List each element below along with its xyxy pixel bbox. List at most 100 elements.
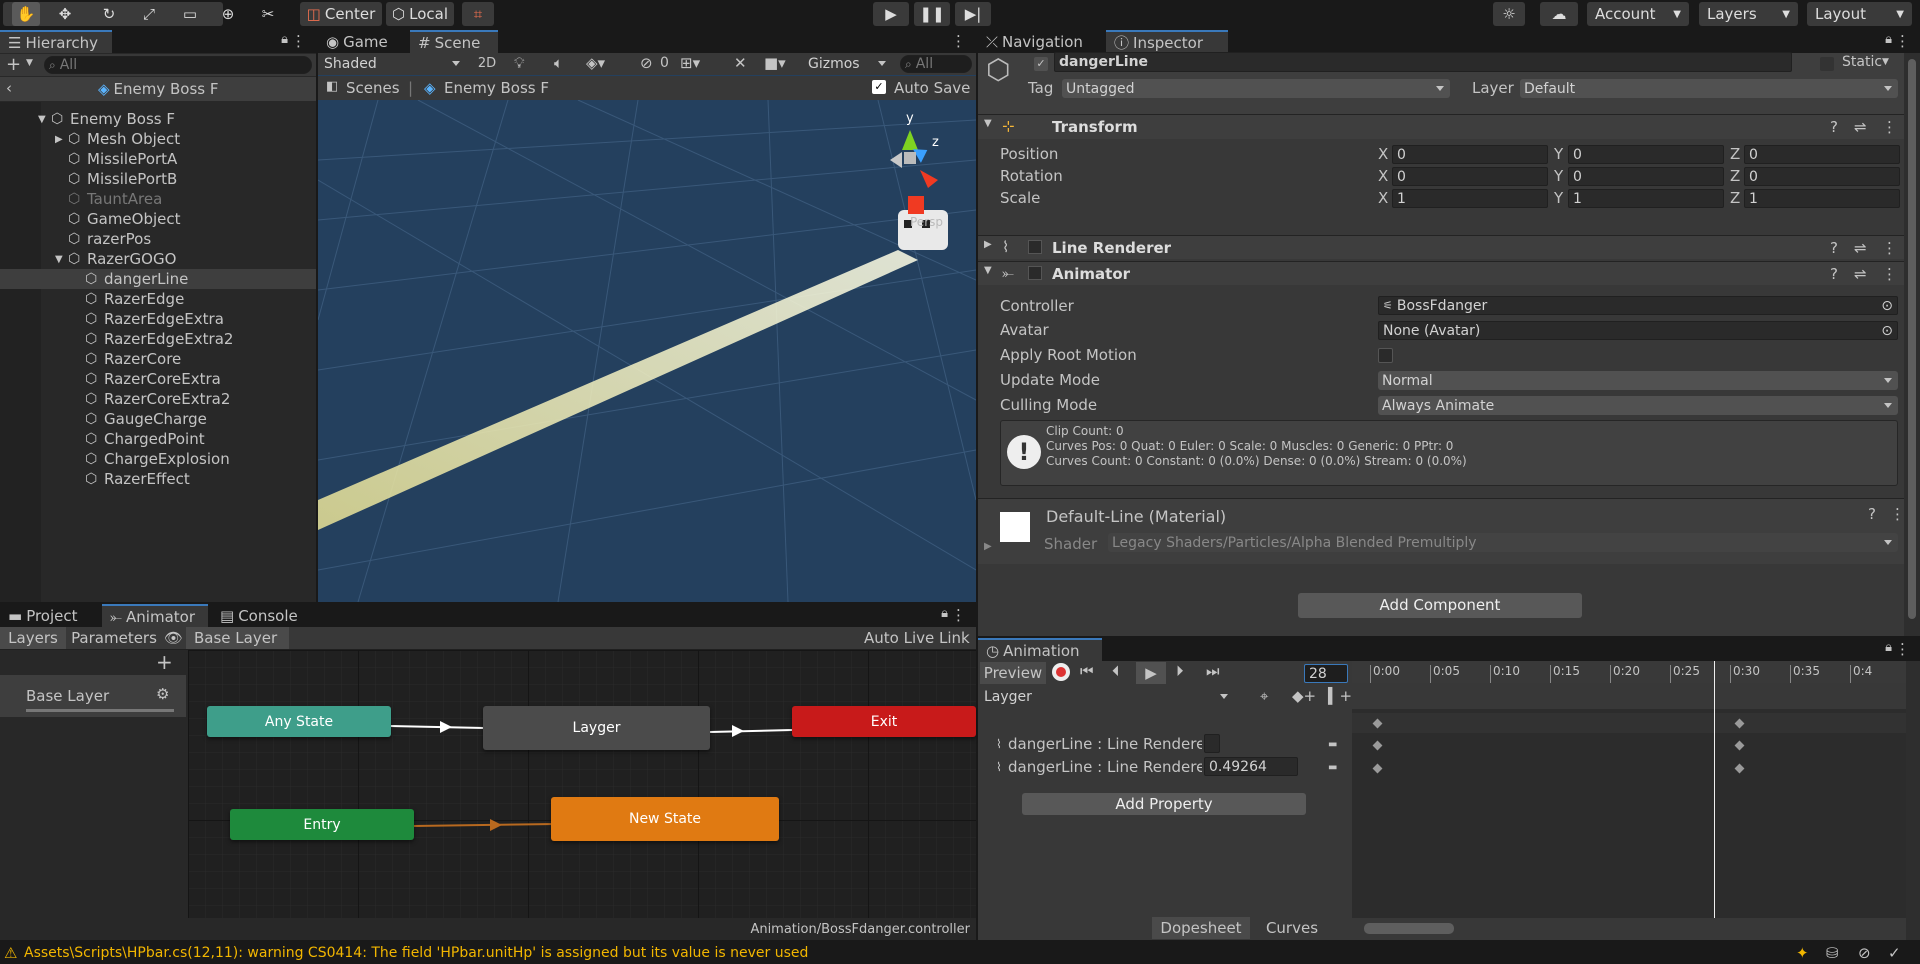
position-y-field[interactable]: 0: [1568, 145, 1724, 164]
preset-icon[interactable]: ⇌: [1854, 118, 1867, 136]
hierarchy-search-input[interactable]: ⌕ All: [44, 56, 312, 74]
add-icon[interactable]: +: [6, 54, 21, 75]
shading-dropdown[interactable]: Shaded: [320, 54, 466, 73]
hierarchy-item[interactable]: ⬡ RazerCoreExtra: [0, 369, 316, 389]
object-picker-icon[interactable]: ⊙: [1881, 298, 1893, 314]
last-keyframe-button[interactable]: ⏭: [1206, 662, 1220, 680]
object-name-field[interactable]: dangerLine: [1054, 52, 1792, 72]
add-keyframe-icon[interactable]: ◆+: [1292, 687, 1316, 705]
new-state-node[interactable]: New State: [551, 797, 779, 841]
inspector-scrollbar[interactable]: [1904, 53, 1920, 636]
lock-icon[interactable]: 🔒︎: [1885, 640, 1892, 655]
dopesheet-area[interactable]: 0:00 0:05 0:10 0:15 0:20 0:25 0:30 0:35 0:4: [1352, 661, 1906, 940]
animator-enabled-checkbox[interactable]: [1028, 266, 1042, 280]
kebab-menu-icon[interactable]: ⋮: [951, 606, 966, 624]
hierarchy-item[interactable]: ▶ ⬡ Mesh Object: [0, 129, 316, 149]
kebab-menu-icon[interactable]: ⋮: [1895, 640, 1910, 658]
any-state-node[interactable]: Any State: [207, 706, 391, 737]
animator-graph[interactable]: [188, 650, 976, 918]
keyframe[interactable]: [1734, 763, 1745, 774]
effects-icon[interactable]: ◈▾: [586, 54, 605, 72]
step-button[interactable]: ▶|: [955, 2, 991, 26]
foldout-open-icon[interactable]: ▼: [38, 114, 46, 125]
position-x-field[interactable]: 0: [1392, 145, 1548, 164]
hierarchy-item[interactable]: ⬡ MissilePortA: [0, 149, 316, 169]
hierarchy-item[interactable]: ⬡ dangerLine: [0, 269, 316, 289]
preset-icon[interactable]: ⇌: [1854, 265, 1867, 283]
static-checkbox[interactable]: [1820, 57, 1834, 71]
hidden-objects-icon[interactable]: ⊘: [640, 54, 653, 72]
hierarchy-item[interactable]: ⬡ RazerEffect: [0, 469, 316, 489]
scale-y-field[interactable]: 1: [1568, 189, 1724, 208]
frame-input[interactable]: 28: [1304, 664, 1348, 683]
dopesheet-toggle[interactable]: Dopesheet: [1152, 917, 1250, 939]
material-swatch[interactable]: [1000, 512, 1030, 542]
animation-property-row[interactable]: ⌇ dangerLine : Line Renderer.Er ▬: [978, 733, 1352, 755]
tab-scene[interactable]: # Scene: [410, 30, 498, 53]
remove-property-icon[interactable]: ▬: [1328, 739, 1337, 750]
hand-tool-icon[interactable]: ✋: [12, 2, 40, 26]
hierarchy-item[interactable]: ⬡ RazerEdgeExtra2: [0, 329, 316, 349]
hierarchy-item[interactable]: ⬡ RazerEdgeExtra: [0, 309, 316, 329]
hierarchy-item[interactable]: ⬡ ChargedPoint: [0, 429, 316, 449]
line-renderer-enabled-checkbox[interactable]: [1028, 240, 1042, 254]
hierarchy-item[interactable]: ⬡ RazerEdge: [0, 289, 316, 309]
tab-animation[interactable]: ◷ Animation: [978, 638, 1102, 661]
keyframe[interactable]: [1372, 763, 1383, 774]
kebab-menu-icon[interactable]: ⋮: [1895, 32, 1910, 50]
culling-mode-dropdown[interactable]: Always Animate: [1378, 396, 1898, 415]
tab-project[interactable]: ▬ Project: [0, 604, 100, 627]
rect-tool-icon[interactable]: ▭: [177, 2, 203, 26]
kebab-menu-icon[interactable]: ⋮: [1890, 505, 1905, 523]
space-toggle[interactable]: ⬡ Local: [386, 2, 454, 26]
scrollbar-thumb[interactable]: [1364, 923, 1454, 934]
breadcrumb-scenes[interactable]: Scenes: [346, 79, 400, 97]
camera-icon[interactable]: ■▾: [764, 54, 786, 72]
layers-toggle[interactable]: Layers: [0, 627, 66, 649]
hierarchy-item[interactable]: ⬡ razerPos: [0, 229, 316, 249]
scene-search-input[interactable]: ⌕ All: [900, 55, 972, 73]
status-check-icon[interactable]: ✓: [1888, 944, 1901, 962]
transform-tool-icon[interactable]: ⊕: [215, 2, 241, 26]
play-animation-button[interactable]: ▶: [1136, 662, 1166, 684]
play-button[interactable]: ▶: [873, 2, 909, 26]
hierarchy-item[interactable]: ⬡ RazerCore: [0, 349, 316, 369]
hierarchy-item[interactable]: ⬡ GameObject: [0, 209, 316, 229]
cloud-icon[interactable]: ☁: [1540, 2, 1578, 26]
scrollbar-thumb[interactable]: [1908, 59, 1916, 619]
rotation-z-field[interactable]: 0: [1744, 167, 1900, 186]
auto-live-link-toggle[interactable]: Auto Live Link: [864, 629, 970, 647]
preview-toggle[interactable]: Preview: [980, 662, 1046, 684]
pivot-toggle[interactable]: ◫ Center: [300, 2, 382, 26]
cache-icon[interactable]: ⛁: [1826, 944, 1839, 962]
tab-game[interactable]: ◉ Game: [318, 30, 408, 53]
add-event-icon[interactable]: ▍+: [1328, 687, 1352, 705]
sun-icon[interactable]: ☼: [1493, 2, 1525, 26]
kebab-menu-icon[interactable]: ⋮: [1882, 265, 1897, 283]
preset-icon[interactable]: ⇌: [1854, 239, 1867, 257]
shader-dropdown[interactable]: Legacy Shaders/Particles/Alpha Blended P…: [1108, 533, 1898, 552]
animation-vscroll[interactable]: [1906, 661, 1920, 940]
layer-breadcrumb[interactable]: Base Layer: [186, 627, 290, 649]
rotation-x-field[interactable]: 0: [1392, 167, 1548, 186]
layger-state-node[interactable]: Layger: [483, 706, 710, 750]
tag-dropdown[interactable]: Untagged: [1062, 79, 1450, 98]
hierarchy-item[interactable]: ⬡ ChargeExplosion: [0, 449, 316, 469]
help-icon[interactable]: ?: [1868, 505, 1876, 523]
move-tool-icon[interactable]: ✥: [52, 2, 78, 26]
grid-toggle-icon[interactable]: ⊞▾: [680, 54, 700, 72]
status-message[interactable]: Assets\Scripts\HPbar.cs(12,11): warning …: [24, 945, 808, 961]
playhead[interactable]: [1714, 661, 1715, 918]
hierarchy-item[interactable]: ▼ ⬡ RazerGOGO: [0, 249, 316, 269]
curves-toggle[interactable]: Curves: [1252, 917, 1332, 939]
tab-console[interactable]: ▤ Console: [212, 604, 312, 627]
timeline-ruler[interactable]: 0:00 0:05 0:10 0:15 0:20 0:25 0:30 0:35 0:4: [1352, 661, 1906, 683]
position-z-field[interactable]: 0: [1744, 145, 1900, 164]
transform-header[interactable]: ▼ ⊹ Transform ? ⇌ ⋮: [978, 115, 1904, 139]
keyframe[interactable]: [1372, 740, 1383, 751]
kebab-menu-icon[interactable]: ⋮: [951, 32, 966, 50]
scale-z-field[interactable]: 1: [1744, 189, 1900, 208]
toggle-2d-button[interactable]: 2D: [470, 54, 504, 74]
parameters-toggle[interactable]: Parameters: [68, 627, 160, 649]
foldout-open-icon[interactable]: ▼: [55, 254, 63, 265]
